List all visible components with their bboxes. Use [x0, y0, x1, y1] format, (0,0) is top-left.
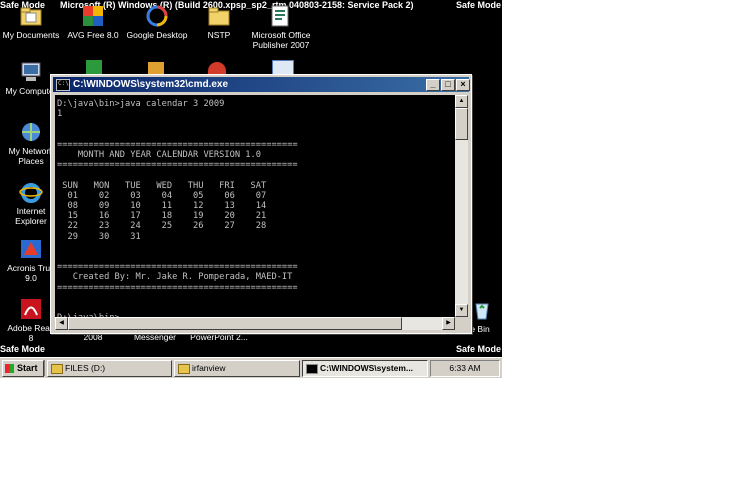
adobe-reader-icon — [19, 297, 43, 321]
minimize-button[interactable]: _ — [426, 79, 440, 91]
desktop-icon-avg[interactable]: AVG Free 8.0 — [58, 4, 128, 40]
icon-label: My Documents — [2, 30, 60, 40]
icon-label: Microsoft Office Publisher 2007 — [251, 30, 311, 50]
computer-icon — [19, 60, 43, 84]
desktop-icon-google-desktop[interactable]: Google Desktop — [122, 4, 192, 40]
horizontal-scroll-thumb[interactable] — [68, 317, 402, 330]
cmd-window[interactable]: C:\ C:\WINDOWS\system32\cmd.exe _ □ × D:… — [50, 74, 472, 334]
cmd-title-bar[interactable]: C:\ C:\WINDOWS\system32\cmd.exe _ □ × — [53, 77, 470, 92]
scroll-down-arrow-icon[interactable]: ▼ — [455, 304, 468, 317]
avg-icon — [86, 60, 102, 74]
taskbar-button-cmd[interactable]: C:\WINDOWS\system... — [302, 360, 428, 377]
recycle-bin-icon — [470, 298, 494, 322]
start-label: Start — [17, 363, 38, 373]
network-icon — [19, 120, 43, 144]
cmd-window-title: C:\WINDOWS\system32\cmd.exe — [73, 79, 229, 90]
taskbar-button-label: C:\WINDOWS\system... — [320, 363, 414, 373]
folder-documents-icon — [19, 4, 43, 28]
publisher-icon — [269, 4, 293, 28]
horizontal-scrollbar[interactable]: ◀ ▶ — [55, 317, 455, 330]
windows-logo-icon — [5, 364, 14, 373]
avg-icon — [81, 4, 105, 28]
cmd-window-icon: C:\ — [56, 79, 70, 91]
safe-mode-label-bottom-right: Safe Mode — [456, 344, 502, 354]
acronis-icon — [19, 237, 43, 261]
ie-icon — [19, 180, 43, 204]
icon-label: NSTP — [207, 30, 231, 40]
system-tray-clock[interactable]: 6:33 AM — [430, 360, 500, 377]
start-button[interactable]: Start — [2, 360, 44, 377]
folder-icon — [178, 364, 190, 374]
vertical-scroll-thumb[interactable] — [455, 108, 468, 140]
scroll-up-arrow-icon[interactable]: ▲ — [455, 95, 468, 108]
desktop-icon-publisher[interactable]: Microsoft Office Publisher 2007 — [246, 4, 316, 50]
desktop: Safe Mode Microsoft (R) Windows (R) (Bui… — [0, 0, 502, 378]
console-text: D:\java\bin>java calendar 3 2009 1 =====… — [57, 99, 298, 317]
taskbar-button-files[interactable]: FILES (D:) — [47, 360, 172, 377]
console-output[interactable]: D:\java\bin>java calendar 3 2009 1 =====… — [55, 95, 455, 317]
folder-icon — [207, 4, 231, 28]
desktop-icon-nstp[interactable]: NSTP — [184, 4, 254, 40]
cmd-icon — [306, 364, 318, 374]
maximize-button[interactable]: □ — [441, 79, 455, 91]
safe-mode-label-bottom-left: Safe Mode — [0, 344, 46, 354]
icon-label: AVG Free 8.0 — [67, 30, 119, 40]
application-icon — [208, 62, 226, 74]
vertical-scrollbar[interactable]: ▲ ▼ — [455, 95, 468, 317]
icon-label: Google Desktop — [126, 30, 188, 40]
scroll-left-arrow-icon[interactable]: ◀ — [55, 317, 68, 330]
taskbar-button-irfanview[interactable]: irfanview — [174, 360, 300, 377]
close-button[interactable]: × — [456, 79, 470, 91]
folder-icon — [51, 364, 63, 374]
application-icon — [148, 62, 164, 74]
taskbar-button-label: irfanview — [192, 363, 226, 373]
taskbar-button-label: FILES (D:) — [65, 363, 106, 373]
google-desktop-icon — [145, 4, 169, 28]
safe-mode-label-top-right: Safe Mode — [456, 0, 502, 10]
taskbar: Start FILES (D:) irfanview C:\WINDOWS\sy… — [0, 357, 502, 378]
desktop-icon-my-documents[interactable]: My Documents — [0, 4, 66, 40]
scroll-right-arrow-icon[interactable]: ▶ — [442, 317, 455, 330]
